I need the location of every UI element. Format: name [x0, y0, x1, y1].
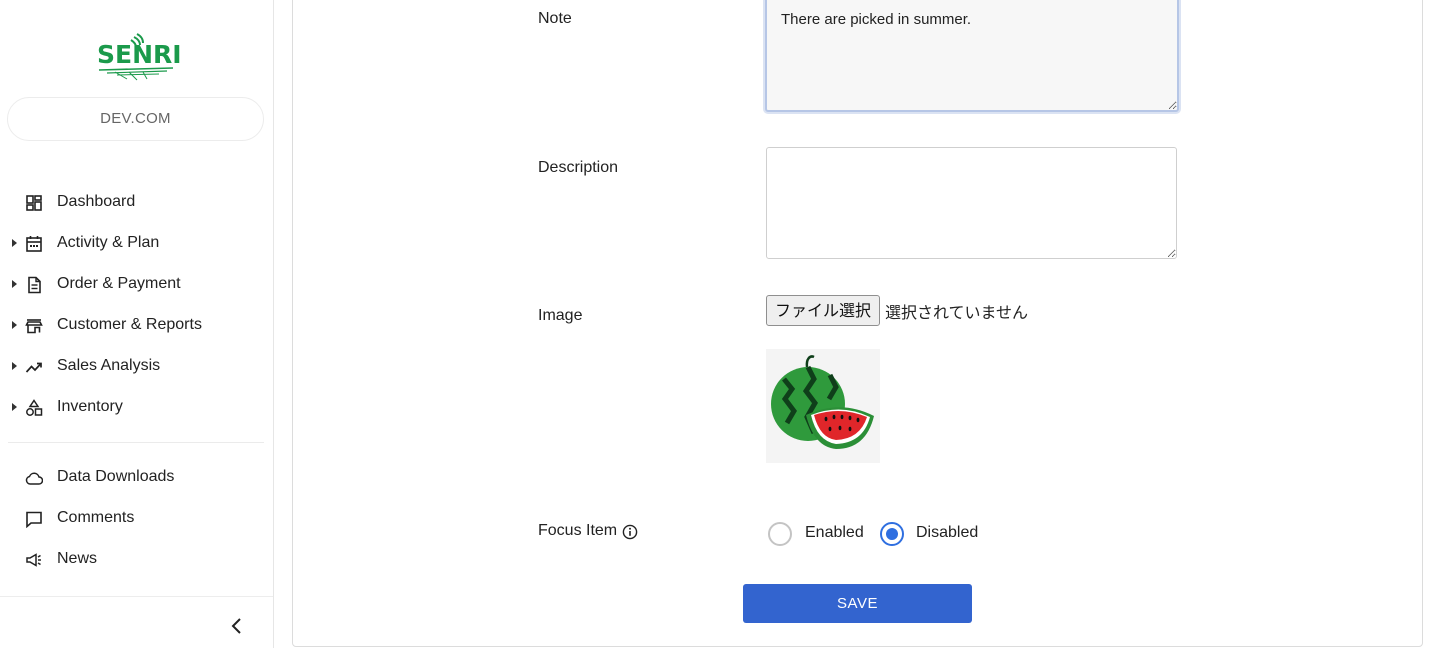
comment-icon — [26, 511, 42, 528]
expand-caret-icon — [12, 239, 17, 247]
brand-logo[interactable]: SENRI — [97, 30, 182, 82]
expand-caret-icon — [12, 362, 17, 370]
calendar-icon — [26, 236, 42, 252]
sidebar-item-label: Data Downloads — [57, 468, 175, 485]
radio-enabled[interactable] — [768, 522, 792, 546]
description-textarea[interactable] — [766, 147, 1177, 259]
note-label: Note — [538, 10, 572, 27]
radio-disabled[interactable] — [880, 522, 904, 546]
sidebar-item-label: Order & Payment — [57, 275, 181, 292]
trending-up-icon — [25, 362, 42, 373]
sidebar-item-label: News — [57, 550, 98, 567]
sidebar-item-label: Activity & Plan — [57, 234, 160, 251]
logo-text: SENRI — [97, 40, 182, 69]
cloud-icon — [25, 472, 43, 485]
sidebar-item-sales-analysis[interactable]: Sales Analysis — [0, 346, 273, 387]
sidebar-item-dashboard[interactable]: Dashboard — [0, 182, 273, 223]
watermelon-image — [771, 355, 874, 449]
description-label: Description — [538, 159, 619, 176]
file-status-text: 選択されていません — [885, 303, 1029, 322]
document-icon — [28, 276, 41, 294]
shapes-icon — [26, 399, 43, 416]
sidebar-item-activity-plan[interactable]: Activity & Plan — [0, 223, 273, 264]
expand-caret-icon — [12, 403, 17, 411]
sidebar-item-comments[interactable]: Comments — [0, 498, 273, 539]
note-textarea[interactable] — [765, 0, 1179, 112]
radio-disabled-label[interactable]: Disabled — [916, 524, 978, 542]
sidebar-item-order-payment[interactable]: Order & Payment — [0, 264, 273, 305]
sidebar-item-data-downloads[interactable]: Data Downloads — [0, 457, 273, 498]
sidebar-item-label: Customer & Reports — [57, 316, 202, 333]
focus-item-label: Focus Item — [538, 522, 618, 539]
store-icon — [25, 319, 43, 334]
image-thumbnail — [766, 349, 880, 463]
sidebar: SENRI DEV.COM Dashboard Activity & Plan … — [0, 0, 274, 648]
megaphone-icon — [26, 553, 41, 567]
sidebar-item-label: Dashboard — [57, 193, 136, 210]
sidebar-divider — [8, 442, 264, 443]
expand-caret-icon — [12, 321, 17, 329]
image-label: Image — [538, 307, 583, 324]
info-icon[interactable] — [622, 524, 638, 540]
sidebar-item-news[interactable]: News — [0, 539, 273, 580]
sidebar-item-label: Sales Analysis — [57, 357, 161, 374]
collapse-sidebar-chevron-icon[interactable] — [226, 615, 248, 637]
dashboard-icon — [26, 195, 42, 211]
radio-enabled-label[interactable]: Enabled — [805, 524, 864, 542]
organization-badge[interactable]: DEV.COM — [7, 97, 264, 141]
expand-caret-icon — [12, 280, 17, 288]
sidebar-footer — [0, 596, 273, 648]
sidebar-item-customer-reports[interactable]: Customer & Reports — [0, 305, 273, 346]
save-button[interactable]: SAVE — [743, 584, 972, 623]
sidebar-item-label: Inventory — [57, 398, 123, 415]
sidebar-item-inventory[interactable]: Inventory — [0, 387, 273, 428]
sidebar-item-label: Comments — [57, 509, 135, 526]
choose-file-button[interactable]: ファイル選択 — [766, 295, 880, 326]
